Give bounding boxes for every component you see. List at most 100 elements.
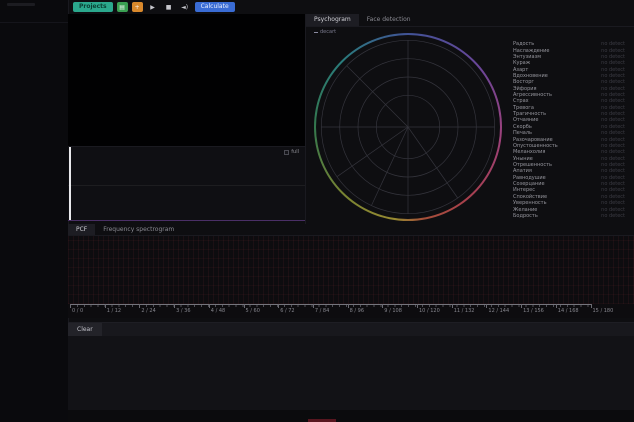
projects-sidebar <box>0 0 69 422</box>
emotion-value: no detect <box>601 60 625 66</box>
emotion-value: no detect <box>601 111 625 117</box>
console-toolbar: Clear <box>68 322 634 336</box>
emotion-name: Равнодушие <box>513 175 546 181</box>
emotion-value: no detect <box>601 181 625 187</box>
emotion-name: Отрешенность <box>513 162 552 168</box>
emotion-value: no detect <box>601 149 625 155</box>
psychogram-tabbar: Psychogram Face detection <box>306 14 634 27</box>
axis-tick-label: 0 / 0 <box>70 308 83 314</box>
emotion-name: Вдохновение <box>513 73 548 79</box>
emotion-list: Радостьno detectНаслаждениеno detectЭнту… <box>509 41 634 219</box>
console-output <box>68 336 634 410</box>
emotion-value: no detect <box>601 117 625 123</box>
emotion-name: Опустошенность <box>513 143 558 149</box>
emotion-name: Спокойствие <box>513 194 547 200</box>
time-axis-labels: 0 / 0 1 / 12 2 / 24 3 / 36 4 / 48 5 / 60 6 / 7… <box>68 308 634 316</box>
psychogram-panel: Psychogram Face detection decart <box>305 14 634 224</box>
main-toolbar: Projects ▤ + ▶ ■ ◄) Calculate <box>68 0 634 14</box>
emotion-name: Бодрость <box>513 213 538 219</box>
play-icon[interactable]: ▶ <box>147 2 159 12</box>
full-toggle-label: full <box>291 149 299 155</box>
tab-pcf[interactable]: PCF <box>68 224 95 235</box>
axis-tick-label: 1 / 12 <box>105 308 121 314</box>
emotion-name: Энтузиазм <box>513 54 541 60</box>
playhead-cursor[interactable] <box>69 147 71 221</box>
status-strip <box>68 410 634 422</box>
emotion-value: no detect <box>601 92 625 98</box>
axis-tick-label: 9 / 108 <box>382 308 402 314</box>
axis-tick-label: 10 / 120 <box>417 308 440 314</box>
emotion-name: Желание <box>513 207 537 213</box>
axis-tick-label: 7 / 84 <box>313 308 329 314</box>
emotion-value: no detect <box>601 73 625 79</box>
emotion-name: Трагичность <box>513 111 546 117</box>
tab-frequency-spectrogram[interactable]: Frequency spectrogram <box>95 224 182 235</box>
emotion-name: Созерцание <box>513 181 545 187</box>
emotion-value: no detect <box>601 213 625 219</box>
axis-tick-label: 11 / 132 <box>452 308 475 314</box>
stop-icon[interactable]: ■ <box>163 2 175 12</box>
emotion-name: Интерес <box>513 187 535 193</box>
waveform-panel[interactable]: full <box>68 147 305 221</box>
emotion-name: Агрессивность <box>513 92 552 98</box>
full-view-toggle[interactable]: full <box>284 149 299 155</box>
document-icon[interactable]: ▤ <box>117 2 128 12</box>
emotion-value: no detect <box>601 137 625 143</box>
axis-tick-label: 14 / 168 <box>556 308 579 314</box>
tab-face-detection[interactable]: Face detection <box>359 14 419 26</box>
emotion-value: no detect <box>601 194 625 200</box>
axis-tick-label: 5 / 60 <box>244 308 260 314</box>
emotion-value: no detect <box>601 105 625 111</box>
emotion-value: no detect <box>601 200 625 206</box>
waveform-bottom-line <box>68 220 305 221</box>
emotion-value: no detect <box>601 162 625 168</box>
emotion-value: no detect <box>601 207 625 213</box>
app-window: Projects ▤ + ▶ ■ ◄) Calculate full Psych… <box>0 0 634 422</box>
emotion-name: Разочарование <box>513 137 553 143</box>
emotion-value: no detect <box>601 168 625 174</box>
calculate-button[interactable]: Calculate <box>195 2 235 12</box>
axis-tick-label: 13 / 156 <box>521 308 544 314</box>
emotion-name: Радость <box>513 41 534 47</box>
spectrogram-panel: 0 / 0 1 / 12 2 / 24 3 / 36 4 / 48 5 / 60 6 / 7… <box>68 236 634 318</box>
axis-tick-label: 6 / 72 <box>278 308 294 314</box>
emotion-name: Уныние <box>513 156 533 162</box>
emotion-name: Восторг <box>513 79 534 85</box>
sidebar-divider <box>0 22 68 23</box>
emotion-row: Бодрость no detect <box>509 213 634 219</box>
emotion-value: no detect <box>601 156 625 162</box>
axis-tick-label: 4 / 48 <box>209 308 225 314</box>
emotion-value: no detect <box>601 98 625 104</box>
emotion-value: no detect <box>601 67 625 73</box>
emotion-name: Азарт <box>513 67 528 73</box>
emotion-value: no detect <box>601 54 625 60</box>
tab-psychogram[interactable]: Psychogram <box>306 14 359 26</box>
checkbox-icon[interactable] <box>284 150 289 155</box>
axis-tick-label: 15 / 180 <box>591 308 614 314</box>
axis-tick-label: 2 / 24 <box>139 308 155 314</box>
axis-tick-label: 3 / 36 <box>174 308 190 314</box>
emotion-name: Тревога <box>513 105 534 111</box>
spectrogram-grid <box>68 236 634 304</box>
emotion-value: no detect <box>601 41 625 47</box>
add-icon[interactable]: + <box>132 2 143 12</box>
emotion-value: no detect <box>601 143 625 149</box>
emotion-value: no detect <box>601 130 625 136</box>
emotion-value: no detect <box>601 48 625 54</box>
waveform-baseline <box>68 185 305 186</box>
emotion-name: Отчаяние <box>513 117 538 123</box>
clear-button[interactable]: Clear <box>68 323 102 336</box>
speaker-icon[interactable]: ◄) <box>179 2 191 12</box>
sidebar-title-placeholder <box>7 3 35 6</box>
emotion-value: no detect <box>601 175 625 181</box>
psychogram-chart <box>314 33 502 221</box>
emotion-name: Меланхолия <box>513 149 545 155</box>
projects-button[interactable]: Projects <box>73 2 113 12</box>
emotion-value: no detect <box>601 187 625 193</box>
spectrogram-tabbar: PCF Frequency spectrogram <box>68 224 634 236</box>
emotion-value: no detect <box>601 86 625 92</box>
emotion-value: no detect <box>601 124 625 130</box>
video-preview <box>68 14 305 147</box>
emotion-name: Кураж <box>513 60 530 66</box>
axis-tick-label: 12 / 144 <box>486 308 509 314</box>
